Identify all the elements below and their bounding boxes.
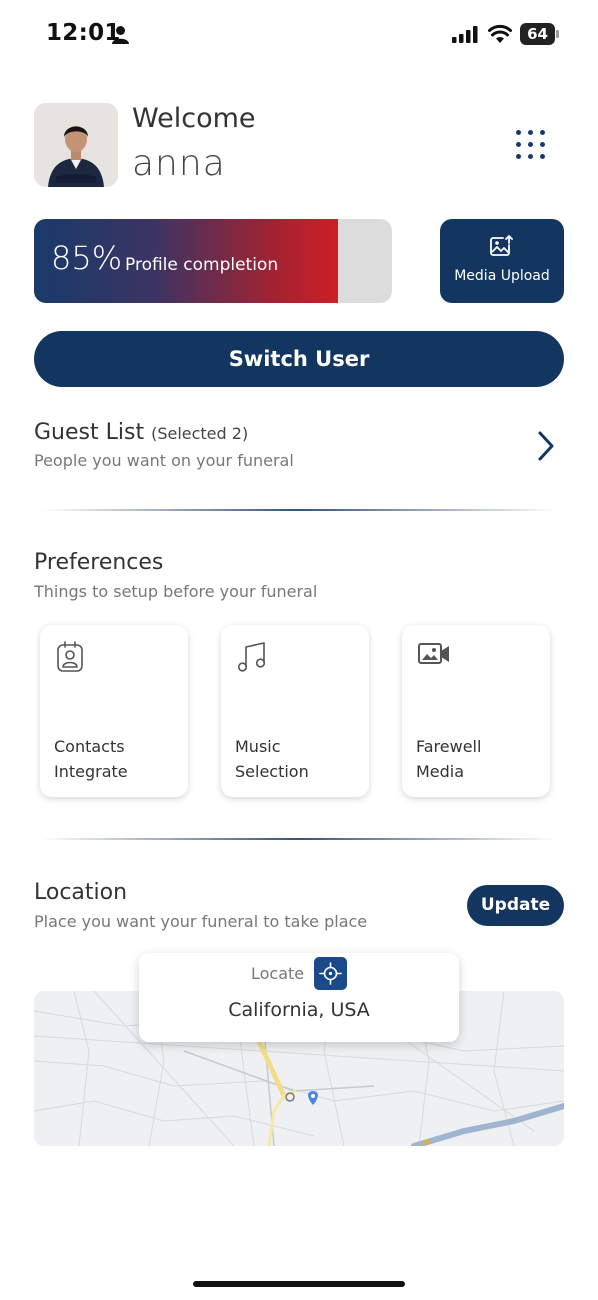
preference-card-contacts[interactable]: Contacts Integrate (40, 625, 188, 797)
locate-label: Locate (251, 964, 305, 983)
music-icon (237, 642, 266, 672)
guest-list-title: Guest List (Selected 2) (34, 420, 294, 445)
section-divider (40, 509, 558, 511)
guest-list-selected-count: (Selected 2) (151, 424, 249, 443)
avatar-image (34, 103, 118, 187)
guest-list-description: People you want on your funeral (34, 451, 294, 470)
battery-icon: 64 (520, 23, 560, 45)
preference-card-label: Contacts Integrate (54, 734, 180, 784)
location-description: Place you want your funeral to take plac… (34, 912, 368, 931)
preference-card-music[interactable]: Music Selection (221, 625, 369, 797)
preferences-description: Things to setup before your funeral (34, 582, 318, 601)
home-indicator[interactable] (193, 1281, 405, 1287)
preferences-title: Preferences (34, 550, 164, 575)
update-location-button[interactable]: Update (467, 885, 564, 926)
image-upload-icon (490, 235, 513, 256)
profile-completion-percent: 85% (51, 239, 123, 277)
preference-card-label: Music Selection (235, 734, 361, 784)
wifi-icon (488, 24, 512, 43)
contacts-line1: Contacts (54, 737, 125, 756)
location-value: California, USA (228, 999, 370, 1021)
signal-icon (452, 26, 478, 43)
contacts-icon (57, 641, 83, 672)
welcome-heading: Welcome (132, 103, 256, 134)
preference-card-label: Farewell Media (416, 734, 542, 784)
guest-list-row[interactable]: Guest List (Selected 2) People you want … (34, 420, 294, 470)
farewell-line2: Media (416, 762, 465, 781)
profile-completion-label: Profile completion (125, 255, 279, 275)
profile-completion-bar[interactable]: 85% Profile completion (34, 219, 392, 303)
battery-level: 64 (527, 25, 548, 43)
crosshair-icon (319, 962, 342, 985)
video-icon (418, 643, 449, 664)
status-time: 12:01 (46, 20, 121, 46)
location-title: Location (34, 880, 128, 905)
media-upload-button[interactable]: Media Upload (440, 219, 564, 303)
avatar[interactable] (34, 103, 118, 187)
farewell-line1: Farewell (416, 737, 482, 756)
person-icon (112, 26, 129, 44)
media-upload-label: Media Upload (454, 268, 550, 284)
music-line1: Music (235, 737, 281, 756)
username: anna (132, 143, 226, 184)
music-line2: Selection (235, 762, 309, 781)
chevron-right-icon[interactable] (536, 430, 556, 462)
switch-user-button[interactable]: Switch User (34, 331, 564, 387)
grid-menu-icon[interactable] (508, 122, 554, 168)
contacts-line2: Integrate (54, 762, 128, 781)
locate-button[interactable] (314, 957, 347, 990)
guest-list-heading: Guest List (34, 420, 145, 445)
section-divider (40, 838, 558, 840)
preference-card-farewell-media[interactable]: Farewell Media (402, 625, 550, 797)
locate-card: Locate California, USA (139, 953, 459, 1042)
